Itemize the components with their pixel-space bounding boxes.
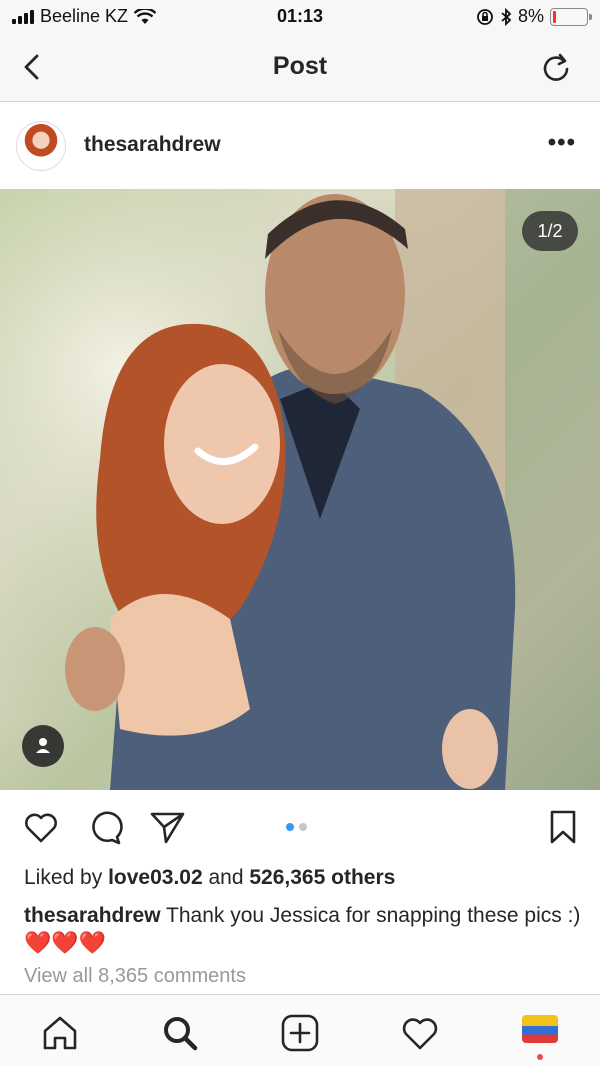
post-photo — [0, 189, 600, 790]
caption-username[interactable]: thesarahdrew — [24, 904, 161, 927]
battery-level — [553, 10, 556, 23]
battery-icon — [550, 7, 592, 26]
tab-bar — [0, 994, 600, 1066]
status-right: 8% — [476, 6, 592, 27]
avatar[interactable] — [16, 121, 66, 171]
carousel-dot-active — [286, 823, 294, 831]
home-icon[interactable] — [40, 1013, 80, 1053]
add-icon[interactable] — [280, 1013, 320, 1053]
post-username[interactable]: thesarahdrew — [84, 133, 221, 157]
more-options-button[interactable]: ••• — [548, 131, 576, 155]
person-icon — [36, 738, 50, 753]
share-icon[interactable] — [148, 808, 186, 846]
activity-icon[interactable] — [400, 1013, 440, 1053]
likes-prefix: Liked by — [24, 866, 103, 889]
carousel-indicator — [286, 823, 307, 831]
refresh-icon[interactable] — [540, 52, 572, 84]
comment-icon[interactable] — [86, 808, 124, 846]
caption: thesarahdrew Thank you Jessica for snapp… — [24, 902, 584, 957]
liked-by-user[interactable]: love03.02 — [108, 866, 203, 889]
carousel-dot — [299, 823, 307, 831]
bluetooth-icon — [501, 7, 512, 26]
caption-emoji: ❤️❤️❤️ — [24, 930, 107, 955]
post-image[interactable]: 1/2 — [0, 189, 600, 790]
likes-summary[interactable]: Liked by love03.02 and 526,365 others — [24, 866, 395, 890]
post-header: thesarahdrew ••• — [0, 103, 600, 189]
status-bar: Beeline KZ 01:13 8% — [0, 0, 600, 34]
page-title: Post — [272, 52, 328, 80]
heart-icon[interactable] — [22, 808, 60, 846]
caption-text: Thank you Jessica for snapping these pic… — [166, 904, 581, 927]
image-counter: 1/2 — [522, 211, 578, 251]
view-comments-link[interactable]: View all 8,365 comments — [24, 965, 246, 988]
likes-and: and — [208, 866, 244, 889]
bookmark-icon[interactable] — [544, 808, 582, 846]
orientation-lock-icon — [477, 8, 493, 25]
likes-others[interactable]: 526,365 others — [249, 866, 395, 889]
battery-percent: 8% — [517, 6, 544, 26]
notification-dot — [537, 1054, 543, 1060]
nav-header: Post — [0, 34, 600, 102]
user-tag-button[interactable] — [22, 725, 64, 767]
action-row — [0, 790, 600, 862]
profile-avatar[interactable] — [522, 1015, 558, 1043]
search-icon[interactable] — [160, 1013, 200, 1053]
